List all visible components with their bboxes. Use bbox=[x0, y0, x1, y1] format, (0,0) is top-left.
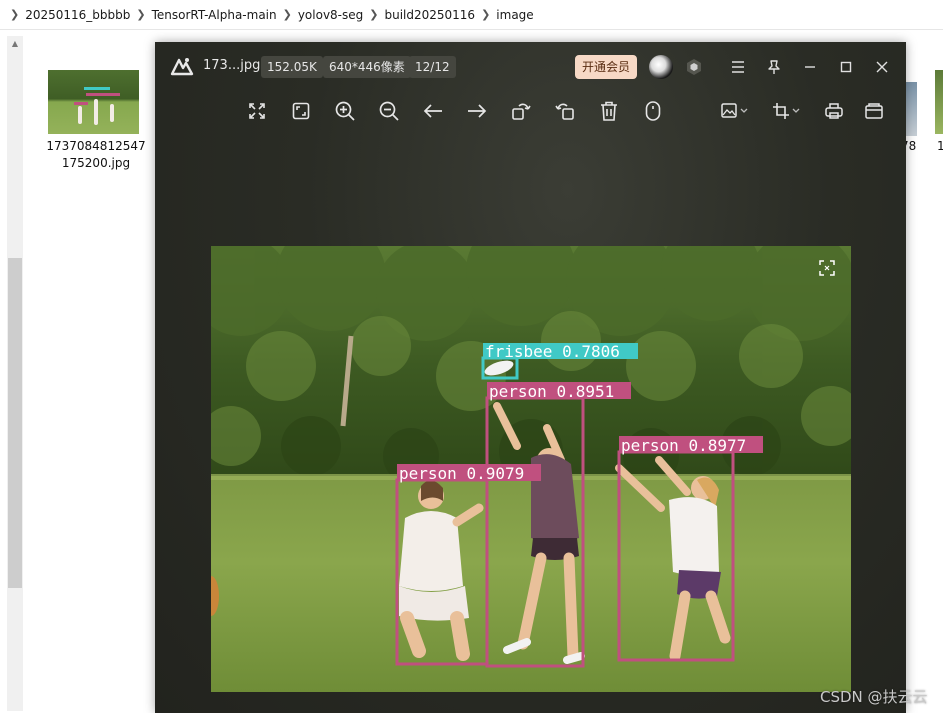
rotate-left-icon bbox=[512, 103, 531, 120]
image-viewer-window: 173...jpg 152.05K 640*446像素 12/12 开通会员 f… bbox=[155, 42, 906, 713]
menu-icon bbox=[732, 61, 744, 73]
maximize-button[interactable] bbox=[835, 56, 857, 78]
viewer-titlebar[interactable]: 173...jpg 152.05K 640*446像素 12/12 开通会员 bbox=[155, 42, 906, 90]
detection-label-person-3: person 0.9079 bbox=[399, 464, 524, 483]
chevron-right-icon: ❯ bbox=[369, 8, 379, 21]
file-title: 173...jpg bbox=[203, 58, 261, 73]
detection-label-person-2: person 0.8977 bbox=[621, 436, 746, 455]
print-icon bbox=[825, 103, 843, 119]
actual-size-button[interactable] bbox=[288, 98, 314, 124]
fit-screen-button[interactable] bbox=[244, 98, 270, 124]
app-logo-icon bbox=[170, 58, 194, 76]
zoom-in-icon bbox=[335, 101, 355, 121]
close-button[interactable] bbox=[871, 56, 893, 78]
open-folder-icon bbox=[865, 103, 883, 119]
next-image-button[interactable] bbox=[464, 98, 490, 124]
edit-image-dropdown[interactable] bbox=[719, 98, 751, 124]
breadcrumb-item-folder-5[interactable]: image bbox=[496, 8, 533, 22]
detection-image: frisbee 0.7806 person 0.8951 person 0.89… bbox=[211, 246, 851, 692]
delete-icon bbox=[601, 101, 617, 121]
previous-icon bbox=[423, 104, 442, 118]
file-thumbnail bbox=[48, 70, 139, 134]
open-folder-button[interactable] bbox=[861, 98, 887, 124]
rotate-right-button[interactable] bbox=[552, 98, 578, 124]
edit-image-icon bbox=[721, 103, 748, 118]
chevron-right-icon: ❯ bbox=[282, 8, 292, 21]
minimize-icon bbox=[805, 66, 815, 68]
pin-icon bbox=[768, 60, 780, 74]
breadcrumb-item-folder-3[interactable]: yolov8-seg bbox=[298, 8, 363, 22]
chevron-right-icon: ❯ bbox=[10, 8, 20, 21]
file-size-badge: 152.05K bbox=[261, 56, 323, 78]
fit-screen-icon bbox=[249, 103, 265, 119]
actual-size-icon bbox=[292, 102, 310, 120]
detection-label-person-1: person 0.8951 bbox=[489, 382, 614, 401]
csdn-watermark: CSDN @扶云云 bbox=[820, 688, 928, 706]
close-icon bbox=[876, 61, 888, 73]
mouse-icon bbox=[645, 101, 661, 121]
vertical-scrollbar[interactable]: ▲ bbox=[7, 36, 23, 711]
delete-button[interactable] bbox=[596, 98, 622, 124]
image-index-badge: 12/12 bbox=[409, 56, 456, 78]
crop-icon bbox=[773, 103, 800, 119]
menu-button[interactable] bbox=[727, 56, 749, 78]
viewer-toolbar bbox=[155, 94, 906, 128]
previous-image-button[interactable] bbox=[420, 98, 446, 124]
scroll-up-arrow-icon[interactable]: ▲ bbox=[7, 36, 23, 52]
zoom-out-button[interactable] bbox=[376, 98, 402, 124]
breadcrumb-item-folder-2[interactable]: TensorRT-Alpha-main bbox=[152, 8, 277, 22]
detection-label-frisbee: frisbee 0.7806 bbox=[485, 342, 620, 361]
print-button[interactable] bbox=[821, 98, 847, 124]
zoom-out-icon bbox=[379, 101, 399, 121]
rotate-right-icon bbox=[555, 103, 574, 120]
crop-dropdown[interactable] bbox=[771, 98, 803, 124]
maximize-icon bbox=[840, 61, 852, 73]
displayed-image[interactable]: frisbee 0.7806 person 0.8951 person 0.89… bbox=[211, 246, 851, 692]
rotate-left-button[interactable] bbox=[508, 98, 534, 124]
zoom-in-button[interactable] bbox=[332, 98, 358, 124]
breadcrumb-item-folder-4[interactable]: build20250116 bbox=[384, 8, 475, 22]
file-name-label: 1737084812547175200.jpg bbox=[46, 139, 146, 170]
chevron-right-icon: ❯ bbox=[136, 8, 146, 21]
breadcrumb: ❯ 20250116_bbbbb ❯ TensorRT-Alpha-main ❯… bbox=[0, 0, 943, 30]
scrollbar-thumb[interactable] bbox=[8, 258, 22, 588]
chevron-right-icon: ❯ bbox=[481, 8, 491, 21]
image-dimensions-badge: 640*446像素 bbox=[323, 56, 411, 78]
hexagon-badge-icon[interactable] bbox=[685, 58, 703, 76]
file-name-label-partial: 1 bbox=[937, 139, 943, 153]
vip-membership-button[interactable]: 开通会员 bbox=[575, 55, 638, 79]
next-icon bbox=[468, 104, 487, 118]
mouse-mode-button[interactable] bbox=[640, 98, 666, 124]
minimize-button[interactable] bbox=[799, 56, 821, 78]
avatar[interactable] bbox=[649, 55, 673, 79]
breadcrumb-item-folder-1[interactable]: 20250116_bbbbb bbox=[25, 8, 130, 22]
file-thumbnail-partial[interactable] bbox=[935, 70, 943, 134]
pin-button[interactable] bbox=[763, 56, 785, 78]
